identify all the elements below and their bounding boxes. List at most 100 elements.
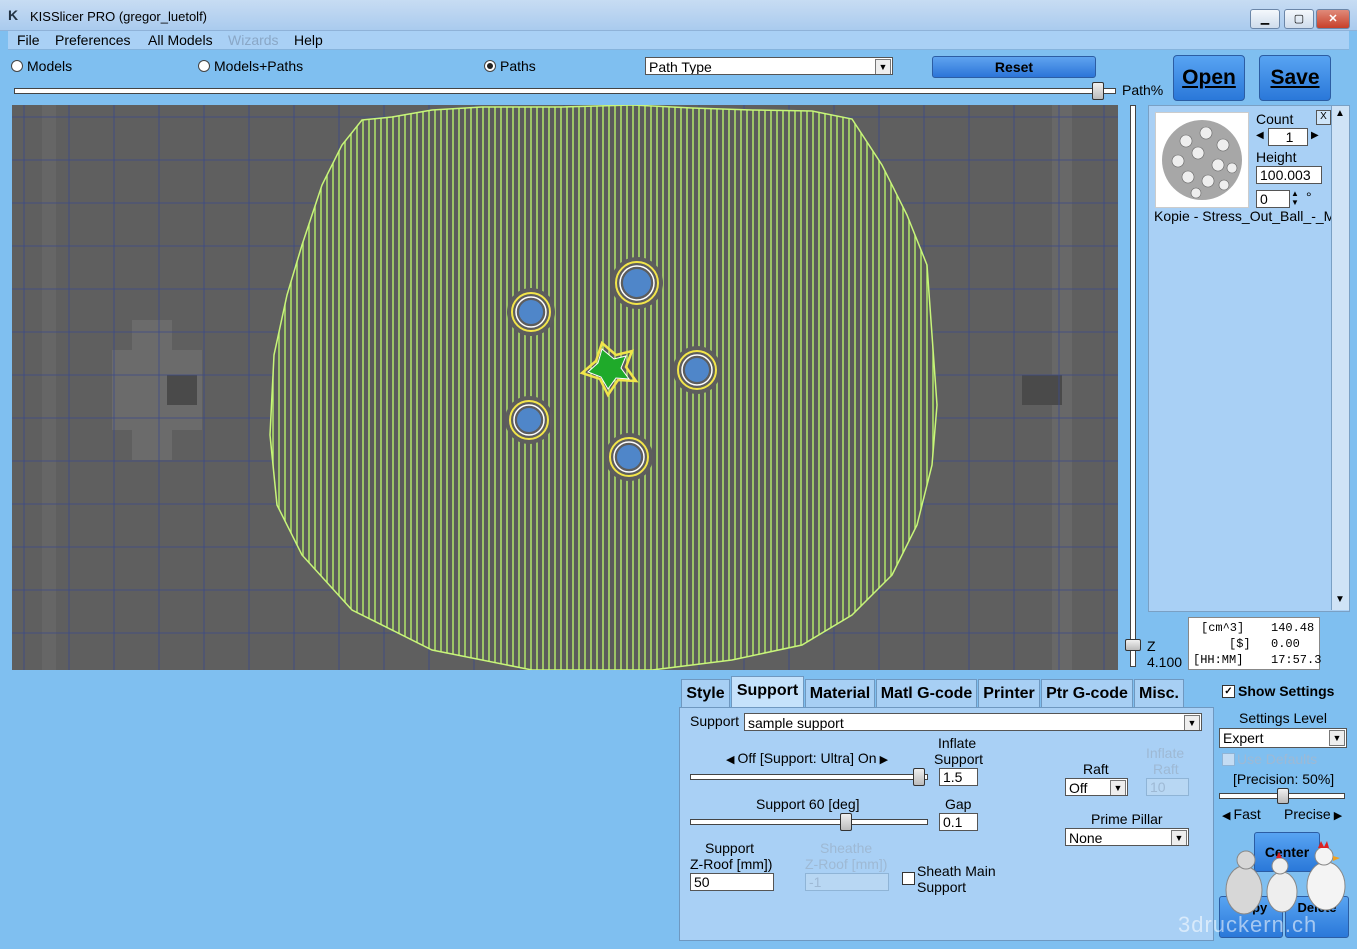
stat-time-value: 17:57.3: [1271, 653, 1322, 667]
chevron-down-icon: ▼: [1329, 730, 1345, 746]
path-type-select[interactable]: Path Type ▼: [645, 57, 893, 75]
model-thumbnail[interactable]: [1155, 112, 1249, 208]
arrow-right-icon[interactable]: ▶: [1311, 130, 1319, 141]
arrow-left-icon[interactable]: ◀: [1256, 130, 1264, 141]
radio-models-paths[interactable]: Models+Paths: [198, 58, 303, 74]
sheath-main-label-2: Support: [917, 879, 967, 895]
model-list-scrollbar[interactable]: ▲ ▼: [1331, 106, 1349, 610]
menu-file[interactable]: File: [17, 32, 40, 48]
raft-label: Raft: [1083, 761, 1109, 777]
use-defaults-label: Use Defaults: [1237, 751, 1318, 767]
sheathe-input[interactable]: -1: [805, 873, 889, 891]
rotation-spinner[interactable]: ▲ ▼: [1291, 189, 1299, 207]
menu-wizards[interactable]: Wizards: [228, 32, 279, 48]
scroll-down-icon[interactable]: ▼: [1335, 594, 1345, 605]
gap-input[interactable]: 0.1: [939, 813, 978, 831]
menu-help[interactable]: Help: [294, 32, 323, 48]
toolpath-viewport[interactable]: [12, 105, 1118, 670]
inflate-raft-input[interactable]: 10: [1146, 778, 1189, 796]
title-bar: K KISSlicer PRO (gregor_luetolf) ▁ ▢ ✕: [0, 0, 1357, 31]
path-slider-track: [14, 88, 1116, 94]
tab-printer[interactable]: Printer: [978, 679, 1040, 708]
tab-support[interactable]: Support: [731, 676, 804, 709]
remove-model-button[interactable]: X: [1316, 110, 1331, 125]
infill-region: [270, 105, 937, 670]
support-angle-thumb[interactable]: [840, 813, 852, 831]
support-profile-select[interactable]: sample support ▼: [744, 713, 1202, 731]
scroll-up-icon[interactable]: ▲: [1335, 108, 1345, 119]
menu-preferences[interactable]: Preferences: [55, 32, 130, 48]
support-angle-label: Support 60 [deg]: [756, 796, 860, 812]
use-defaults-checkbox[interactable]: [1222, 753, 1235, 766]
arrow-left-icon[interactable]: ◀: [726, 754, 738, 766]
path-slider-thumb[interactable]: [1092, 82, 1104, 100]
minimize-icon: ▁: [1260, 13, 1270, 25]
z-slider[interactable]: [1124, 105, 1142, 670]
radio-paths[interactable]: Paths: [484, 58, 536, 74]
rotation-input[interactable]: 0: [1256, 190, 1290, 208]
degree-symbol: °: [1306, 189, 1312, 205]
open-button[interactable]: Open: [1173, 55, 1245, 101]
tab-misc[interactable]: Misc.: [1134, 679, 1184, 708]
support-mode-thumb[interactable]: [913, 768, 925, 786]
arrow-right-icon[interactable]: ▶: [877, 754, 888, 766]
radio-models-label: Models: [27, 58, 73, 74]
height-input[interactable]: 100.003: [1256, 166, 1322, 184]
minimize-button[interactable]: ▁: [1250, 9, 1280, 29]
settings-level-select[interactable]: Expert ▼: [1219, 728, 1347, 748]
z-slider-track: [1130, 105, 1136, 667]
radio-models[interactable]: Models: [11, 58, 72, 74]
path-type-value: Path Type: [649, 59, 712, 75]
show-settings-label: Show Settings: [1238, 683, 1335, 699]
watermark: 3druckern.ch: [1178, 912, 1318, 937]
zroof-label-1: Support: [705, 840, 755, 856]
show-settings-checkbox[interactable]: ✓: [1222, 685, 1235, 698]
support-mode-track: [690, 774, 928, 780]
arrow-left-icon[interactable]: ◀: [1222, 810, 1234, 822]
support-settings-panel: Support sample support ▼ ◀ Off [Support:…: [679, 707, 1214, 941]
maximize-button[interactable]: ▢: [1284, 9, 1314, 29]
precise-text: Precise: [1284, 806, 1331, 822]
raft-select[interactable]: Off ▼: [1065, 778, 1128, 796]
z-value: 4.100: [1147, 654, 1183, 670]
path-percent-slider[interactable]: [14, 82, 1118, 100]
prime-pillar-label: Prime Pillar: [1091, 811, 1163, 827]
z-slider-thumb[interactable]: [1125, 639, 1141, 651]
chevron-down-icon: ▼: [875, 59, 891, 74]
model-name[interactable]: Kopie - Stress_Out_Ball_-_M: [1154, 208, 1332, 224]
bed-clip-left: [167, 375, 197, 405]
stat-time-unit: [HH:MM]: [1193, 653, 1244, 667]
hole-top-right: [611, 257, 663, 309]
inflate-support-input[interactable]: 1.5: [939, 768, 978, 786]
chevron-down-icon: ▼: [1184, 715, 1200, 730]
tab-ptr-gcode[interactable]: Ptr G-code: [1041, 679, 1133, 708]
tab-material[interactable]: Material: [805, 679, 875, 708]
toolpath-canvas[interactable]: [12, 105, 1118, 670]
height-label: Height: [1256, 149, 1297, 165]
z-label: Z: [1147, 638, 1156, 654]
close-button[interactable]: ✕: [1316, 9, 1350, 29]
sheath-main-checkbox[interactable]: [902, 872, 915, 885]
sheathe-label-1: Sheathe: [820, 840, 873, 856]
maximize-icon: ▢: [1293, 13, 1305, 25]
precision-thumb[interactable]: [1277, 788, 1289, 804]
menu-all-models[interactable]: All Models: [148, 32, 213, 48]
model-thumbnail-image: [1162, 120, 1242, 200]
tab-style[interactable]: Style: [681, 679, 730, 708]
count-input[interactable]: 1: [1268, 128, 1308, 146]
count-stepper[interactable]: ◀ 1 ▶: [1256, 128, 1320, 146]
prime-pillar-select[interactable]: None ▼: [1065, 828, 1189, 846]
save-button[interactable]: Save: [1259, 55, 1331, 101]
zroof-input[interactable]: 50: [690, 873, 774, 891]
arrow-right-icon[interactable]: ▶: [1331, 810, 1342, 822]
zroof-label-2: Z-Roof [mm]): [690, 856, 773, 872]
tab-matl-gcode[interactable]: Matl G-code: [876, 679, 977, 708]
precision-slider[interactable]: [1219, 788, 1347, 804]
settings-level-value: Expert: [1223, 730, 1264, 746]
support-mode-slider[interactable]: [690, 768, 930, 786]
reset-button[interactable]: Reset: [932, 56, 1096, 78]
app-logo-icon: K: [8, 7, 19, 23]
support-angle-slider[interactable]: [690, 813, 930, 831]
support-mode-text: Off [Support: Ultra] On: [737, 750, 877, 766]
bed-clip-right: [1022, 375, 1062, 405]
